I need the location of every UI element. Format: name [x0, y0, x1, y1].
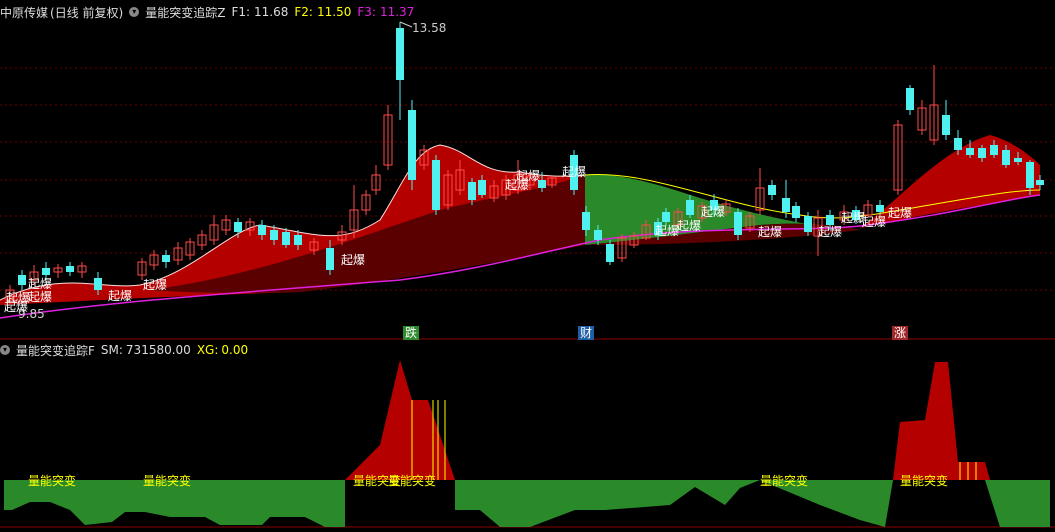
- signal-label: 起爆: [143, 278, 168, 292]
- f2-value: 11.50: [316, 5, 352, 19]
- candle-body-down: [1036, 180, 1044, 185]
- volume-signal-label: 量能突变: [28, 474, 77, 488]
- signal-label: 起爆: [758, 225, 783, 239]
- sub-panel-header: ▾ 量能突变追踪F SM: 731580.00 XG: 0.00: [0, 342, 248, 358]
- volume-signal-label: 量能突变: [143, 474, 192, 488]
- candle-body-down: [258, 225, 266, 235]
- volume-indicator-panel: [4, 360, 1050, 527]
- candle-body-down: [18, 275, 26, 285]
- candle-body-down: [326, 248, 334, 270]
- candle-body-down: [954, 138, 962, 150]
- signal-label: 起爆: [108, 289, 133, 303]
- sm-value: 731580.00: [125, 343, 191, 357]
- period-label[interactable]: (日线 前复权): [50, 4, 123, 21]
- signal-label: 起爆: [677, 219, 702, 233]
- signal-label: 起爆: [701, 205, 726, 219]
- candle-body-down: [94, 278, 102, 290]
- candle-body-down: [942, 115, 950, 135]
- chart-canvas: [0, 21, 1055, 528]
- indicator-name[interactable]: 量能突变追踪Z: [145, 4, 225, 21]
- indicator-menu-icon[interactable]: ▾: [129, 7, 140, 17]
- sub-indicator-menu-icon[interactable]: ▾: [0, 345, 10, 355]
- volume-green-area-2: [455, 480, 893, 527]
- signal-label: 起爆: [341, 253, 366, 267]
- signal-label: 起爆: [888, 206, 913, 220]
- signal-label: 起爆: [562, 165, 587, 179]
- candle-body-down: [990, 145, 998, 155]
- candle-body-down: [906, 88, 914, 110]
- candle-body-down: [804, 216, 812, 232]
- f1-value: 11.68: [254, 5, 289, 19]
- signal-label: 起爆: [6, 291, 31, 305]
- candle-body-down: [162, 255, 170, 262]
- candle-body-down: [270, 230, 278, 240]
- candle-body-down: [396, 28, 404, 80]
- candle-body-down: [468, 182, 476, 200]
- candle-body-down: [234, 222, 242, 232]
- signal-label: 起爆: [28, 277, 53, 291]
- candle-body-down: [734, 212, 742, 235]
- f2-label: F2:: [294, 5, 313, 19]
- xg-value: 0.00: [221, 343, 249, 357]
- main-panel-header: 中原传媒 (日线 前复权) ▾ 量能突变追踪Z F1: 11.68 F2: 11.50…: [0, 4, 414, 20]
- f3-label: F3:: [357, 5, 376, 19]
- candle-body-down: [294, 235, 302, 245]
- event-marker-finance[interactable]: 财: [578, 326, 595, 340]
- candle-body-down: [1026, 162, 1034, 188]
- candle-body-down: [768, 185, 776, 195]
- candle-body-down: [66, 266, 74, 272]
- volume-green-area-3: [985, 480, 1050, 527]
- candle-body-down: [478, 180, 486, 195]
- signal-label: 起爆: [655, 224, 680, 238]
- candle-body-down: [606, 244, 614, 262]
- candle-body-down: [686, 200, 694, 215]
- candle-body-down: [662, 212, 670, 222]
- f3-value: 11.37: [379, 5, 415, 19]
- sm-label: SM:: [100, 343, 123, 357]
- candle-body-down: [582, 212, 590, 230]
- candle-body-down: [1014, 158, 1022, 162]
- candle-body-down: [782, 198, 790, 212]
- xg-label: XG:: [196, 343, 219, 357]
- volume-signal-label: 量能突变: [388, 474, 437, 488]
- signal-label: 起爆: [818, 225, 843, 239]
- sub-indicator-name[interactable]: 量能突变追踪F: [16, 342, 95, 359]
- candle-body-down: [966, 148, 974, 155]
- high-price-pointer: [399, 21, 413, 28]
- candle-body-down: [594, 230, 602, 240]
- signal-label: 起爆: [516, 169, 541, 183]
- candle-body-down: [978, 148, 986, 158]
- candle-body-down: [432, 160, 440, 210]
- red-band-right: [860, 135, 1040, 228]
- stock-name[interactable]: 中原传媒: [0, 4, 48, 21]
- candle-body-down: [282, 232, 290, 245]
- f1-label: F1:: [231, 5, 251, 19]
- candle-body-down: [792, 206, 800, 218]
- high-price-label: 13.58: [412, 21, 447, 35]
- volume-signal-label: 量能突变: [900, 474, 949, 488]
- candle-body-down: [408, 110, 416, 180]
- volume-signal-label: 量能突变: [760, 474, 809, 488]
- candle-body-down: [1002, 150, 1010, 165]
- event-marker-fall[interactable]: 跌: [403, 326, 420, 340]
- signal-label: 起爆: [862, 215, 887, 229]
- candlesticks: [5, 21, 1044, 305]
- candle-body-down: [42, 268, 50, 275]
- event-marker-rise[interactable]: 涨: [892, 326, 909, 340]
- volume-red-spike-2: [893, 362, 990, 480]
- candle-body-down: [876, 205, 884, 212]
